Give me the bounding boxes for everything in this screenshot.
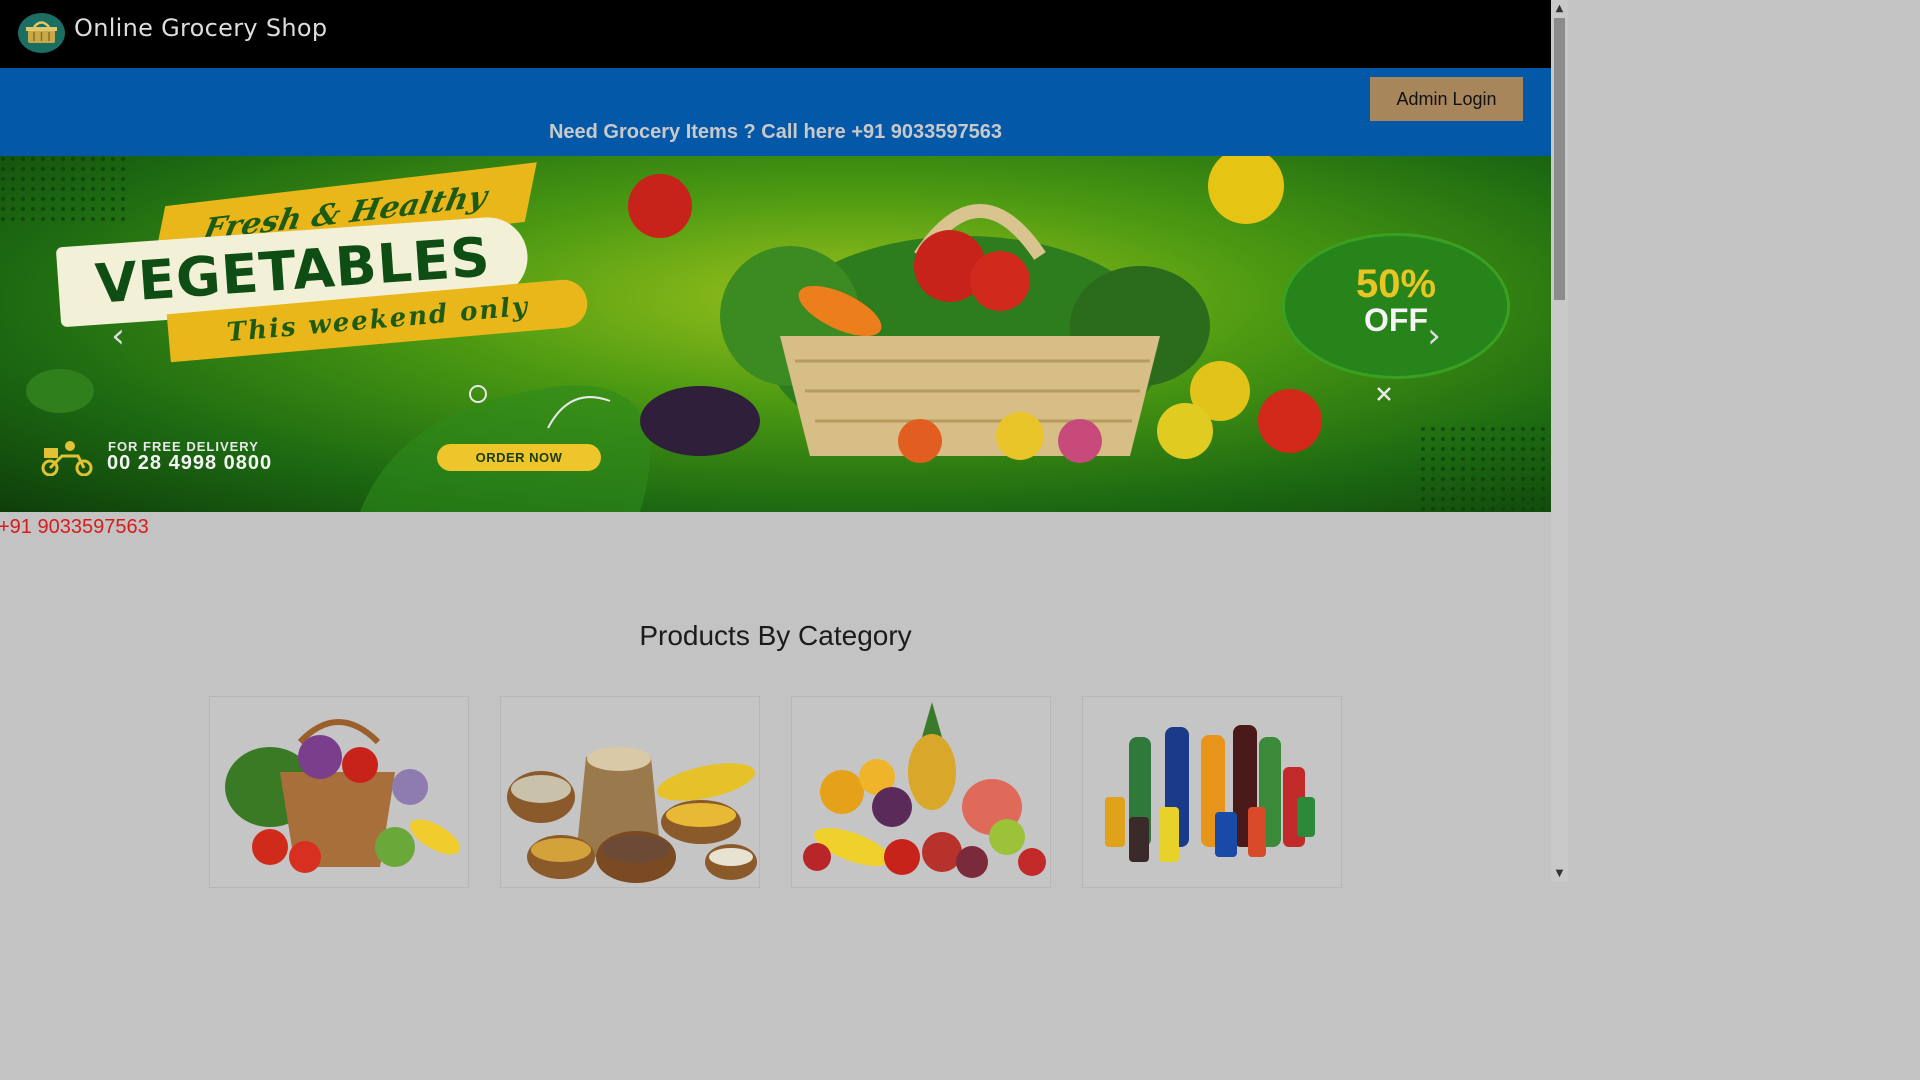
category-card-beverages[interactable] — [1082, 696, 1342, 888]
brand-title[interactable]: Online Grocery Shop — [74, 14, 327, 42]
order-now-button[interactable]: ORDER NOW — [437, 444, 601, 471]
scroll-thumb[interactable] — [1554, 18, 1565, 300]
vegetable-basket-image — [640, 204, 1322, 463]
grains-image — [507, 747, 757, 883]
scroll-up-arrow-icon[interactable]: ▲ — [1551, 0, 1568, 17]
category-card-grains[interactable] — [500, 696, 760, 888]
products-section-title: Products By Category — [639, 620, 912, 651]
vegetables-basket-image — [225, 719, 460, 873]
fruits-image — [803, 702, 1046, 878]
scroll-down-arrow-icon[interactable]: ▼ — [1551, 865, 1568, 882]
navbar: Online Grocery Shop — [0, 0, 1551, 68]
category-card-vegetables[interactable] — [209, 696, 469, 888]
category-card-fruits[interactable] — [791, 696, 1051, 888]
admin-login-button[interactable]: Admin Login — [1370, 77, 1523, 121]
delivery-scooter-icon — [41, 441, 93, 476]
delivery-phone: 00 28 4998 0800 — [107, 452, 273, 474]
vertical-scrollbar[interactable]: ▲ ▼ — [1551, 0, 1568, 882]
basket-icon[interactable] — [18, 13, 65, 53]
offer-off-text: OFF — [1364, 302, 1428, 338]
beverages-image — [1105, 725, 1315, 862]
phone-link[interactable]: +91 9033597563 — [0, 516, 149, 539]
chevron-left-icon[interactable]: ‹ — [103, 316, 133, 356]
offer-percent: 50% — [1355, 262, 1437, 306]
chevron-right-icon[interactable]: › — [1419, 316, 1449, 356]
helpline-bar: Admin Login Need Grocery Items ? Call he… — [0, 68, 1551, 156]
helpline-text: Need Grocery Items ? Call here +91 90335… — [548, 121, 1003, 143]
promo-carousel: Fresh & Healthy VEGETABLES This weekend … — [0, 156, 1551, 512]
offer-badge: 50% OFF — [1282, 233, 1510, 379]
